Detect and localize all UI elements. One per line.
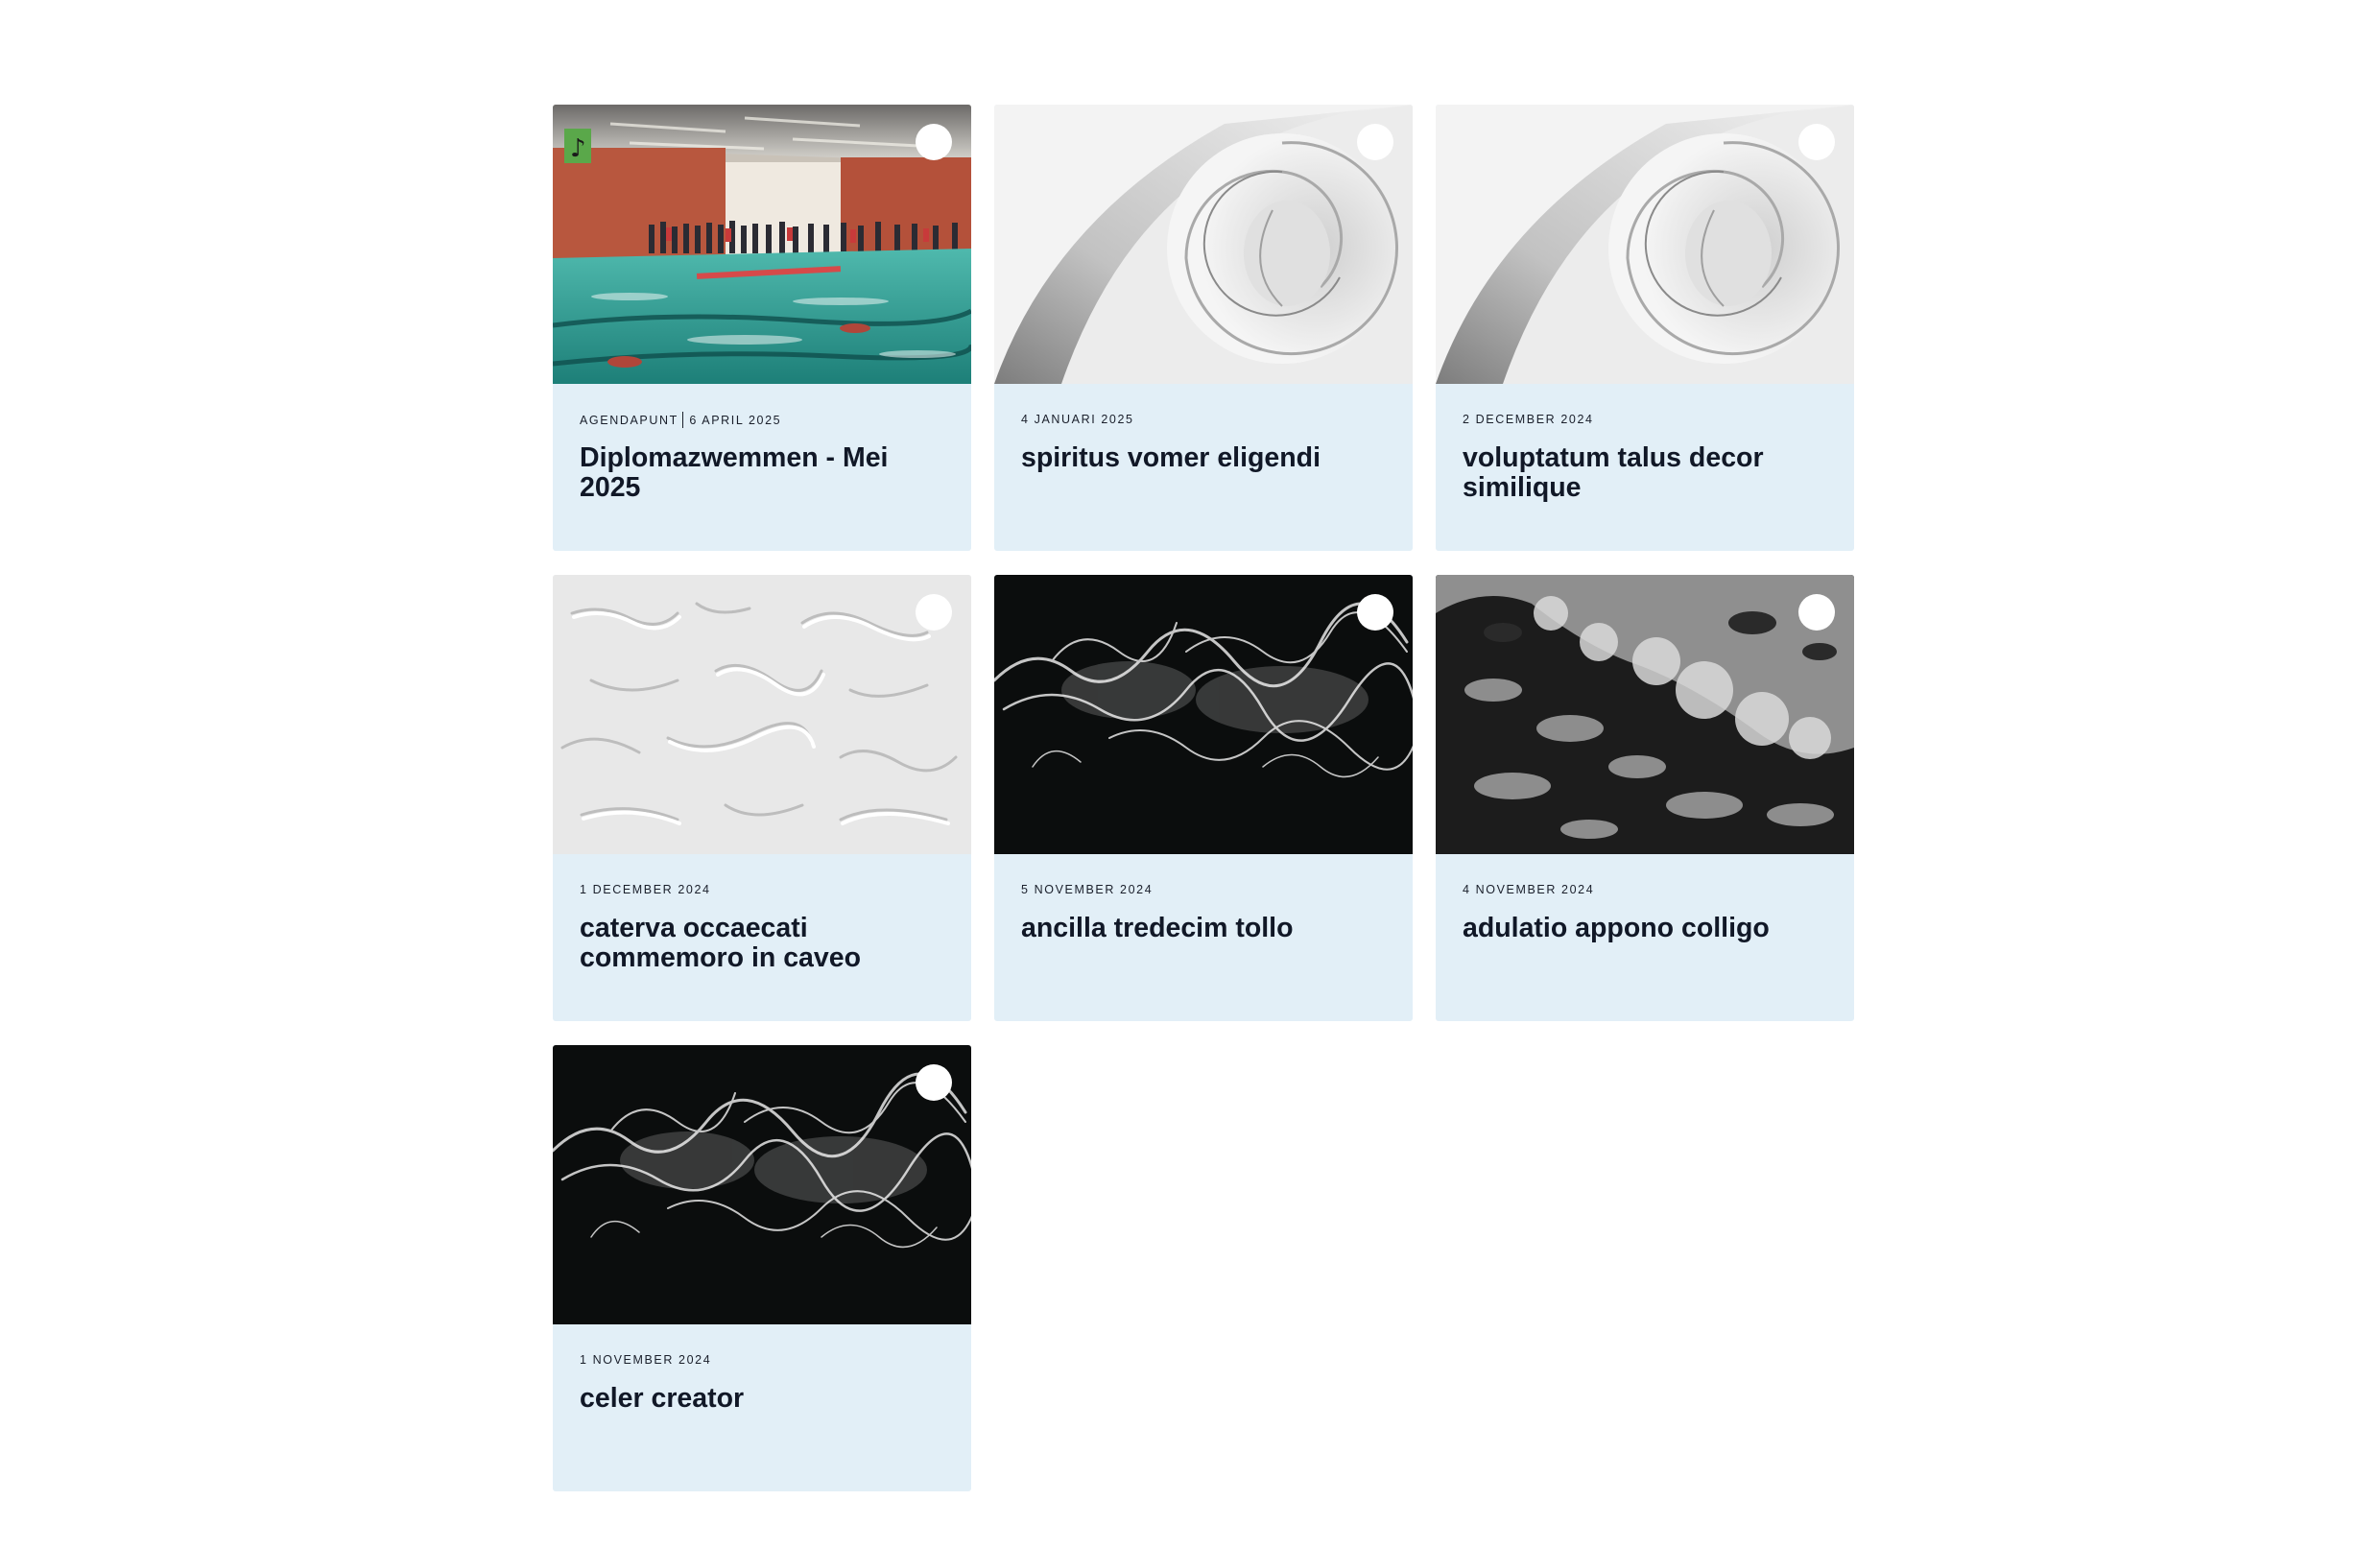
favorite-toggle-icon[interactable] [1357, 594, 1393, 631]
card-meta: 5 NOVEMBER 2024 [1021, 882, 1386, 897]
card-title[interactable]: voluptatum talus decor similique [1463, 443, 1827, 503]
card-image-swimming-pool: ♪ [553, 105, 971, 384]
card-category: AGENDAPUNT [580, 414, 678, 427]
news-card[interactable]: 2 DECEMBER 2024 voluptatum talus decor s… [1436, 105, 1854, 551]
news-card[interactable]: 5 NOVEMBER 2024 ancilla tredecim tollo [994, 575, 1413, 1021]
card-image-ocean-foam [1436, 575, 1854, 854]
news-card-grid: ♪ AGENDAPUNT 6 APRIL 2025 Diplomazwemmen… [553, 105, 1855, 1491]
card-image-smoke [994, 575, 1413, 854]
card-date: 1 DECEMBER 2024 [580, 883, 711, 896]
news-card[interactable]: 1 DECEMBER 2024 caterva occaecati commem… [553, 575, 971, 1021]
card-meta: 4 NOVEMBER 2024 [1463, 882, 1827, 897]
news-card[interactable]: ♪ AGENDAPUNT 6 APRIL 2025 Diplomazwemmen… [553, 105, 971, 551]
card-image-paper-spiral [1436, 105, 1854, 384]
card-date: 4 NOVEMBER 2024 [1463, 883, 1595, 896]
news-card[interactable]: 4 NOVEMBER 2024 adulatio appono colligo [1436, 575, 1854, 1021]
card-date: 6 APRIL 2025 [689, 414, 782, 427]
card-meta: AGENDAPUNT 6 APRIL 2025 [580, 412, 944, 428]
card-date: 2 DECEMBER 2024 [1463, 413, 1594, 426]
favorite-toggle-icon[interactable] [916, 594, 952, 631]
card-meta: 1 DECEMBER 2024 [580, 882, 944, 897]
card-title[interactable]: adulatio appono colligo [1463, 914, 1827, 943]
card-title[interactable]: spiritus vomer eligendi [1021, 443, 1386, 473]
meta-divider [681, 412, 684, 428]
card-image-plaster-texture [553, 575, 971, 854]
card-date: 4 JANUARI 2025 [1021, 413, 1134, 426]
news-card[interactable]: 4 JANUARI 2025 spiritus vomer eligendi [994, 105, 1413, 551]
card-title[interactable]: ancilla tredecim tollo [1021, 914, 1386, 943]
favorite-toggle-icon[interactable] [916, 124, 952, 160]
card-date: 1 NOVEMBER 2024 [580, 1353, 712, 1367]
card-image-paper-spiral [994, 105, 1413, 384]
card-date: 5 NOVEMBER 2024 [1021, 883, 1154, 896]
card-title[interactable]: celer creator [580, 1384, 944, 1414]
card-title[interactable]: caterva occaecati commemoro in caveo [580, 914, 944, 973]
favorite-toggle-icon[interactable] [1798, 594, 1835, 631]
svg-text:♪: ♪ [570, 134, 586, 163]
card-meta: 1 NOVEMBER 2024 [580, 1352, 944, 1368]
favorite-toggle-icon[interactable] [916, 1064, 952, 1101]
card-title[interactable]: Diplomazwemmen - Mei 2025 [580, 443, 944, 503]
card-meta: 2 DECEMBER 2024 [1463, 412, 1827, 427]
card-meta: 4 JANUARI 2025 [1021, 412, 1386, 427]
favorite-toggle-icon[interactable] [1357, 124, 1393, 160]
favorite-toggle-icon[interactable] [1798, 124, 1835, 160]
card-image-smoke [553, 1045, 971, 1324]
news-card[interactable]: 1 NOVEMBER 2024 celer creator [553, 1045, 971, 1491]
